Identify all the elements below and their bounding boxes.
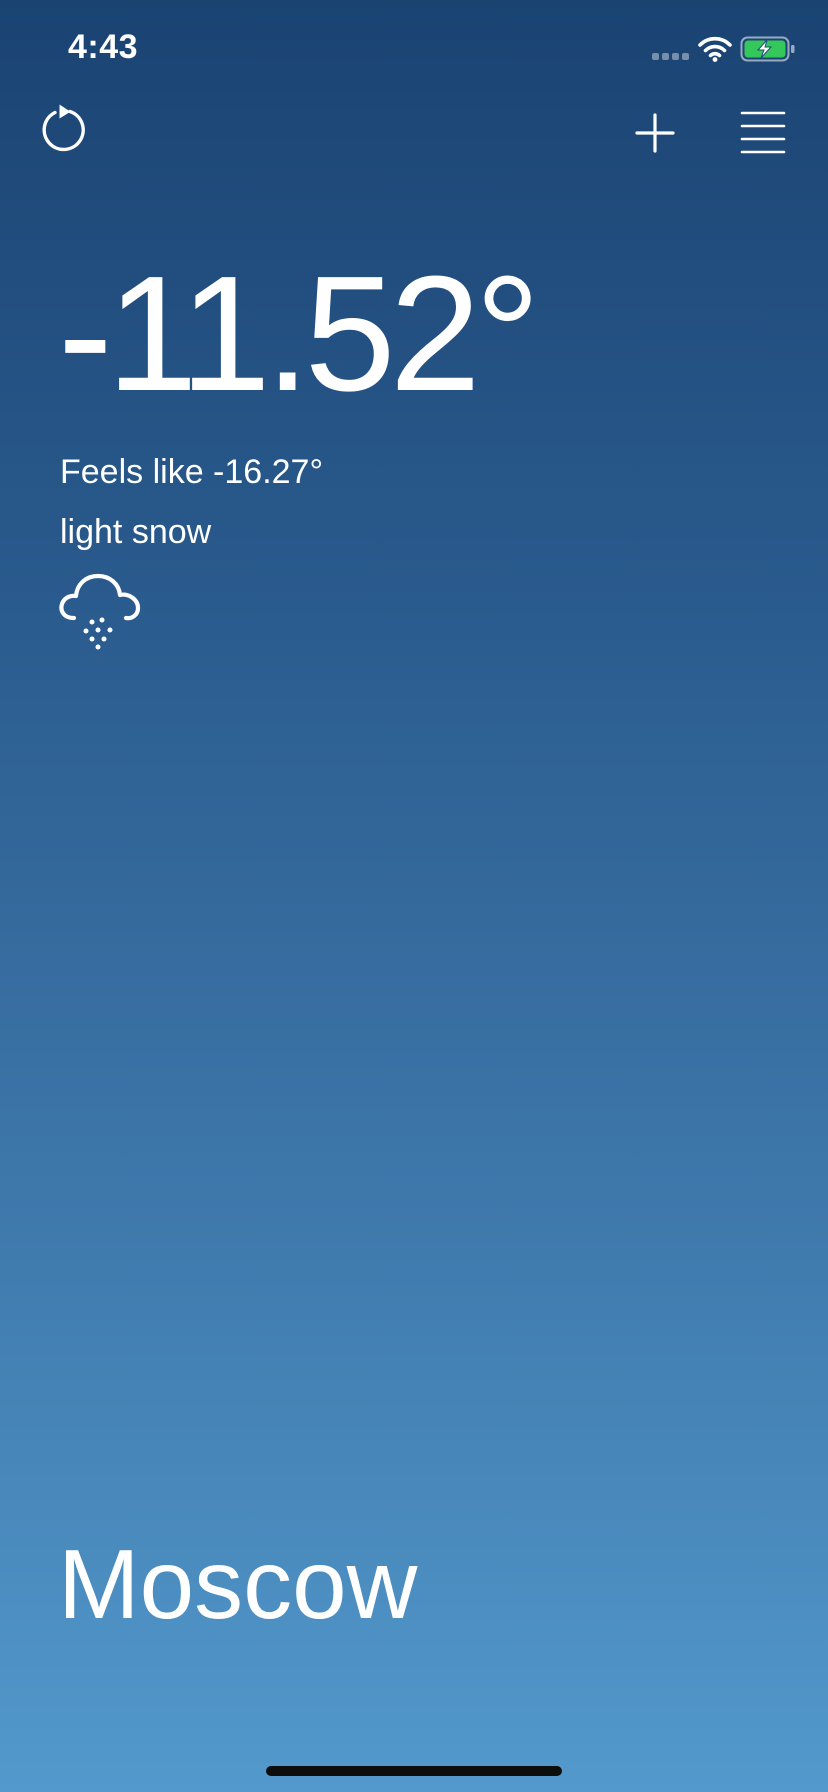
wifi-icon [698,36,732,62]
current-temperature: -11.52° [58,242,540,425]
weather-screen: 4:43 -11.52° Feels like -16.27° light sn… [0,0,828,1792]
city-name: Moscow [58,1529,418,1639]
cellular-dots-icon [652,53,690,61]
cloud-snow-icon [59,573,141,650]
add-location-button[interactable] [630,108,680,158]
menu-button[interactable] [736,108,788,158]
plus-icon [635,113,675,153]
refresh-icon [42,104,85,152]
hamburger-menu-icon [740,111,786,154]
status-bar: 4:43 [0,0,828,100]
weather-description: light snow [60,513,212,551]
home-indicator[interactable] [266,1766,562,1776]
refresh-button[interactable] [38,103,92,157]
feels-like-temperature: Feels like -16.27° [60,453,324,491]
battery-charging-icon [740,36,795,62]
status-time: 4:43 [68,28,139,66]
